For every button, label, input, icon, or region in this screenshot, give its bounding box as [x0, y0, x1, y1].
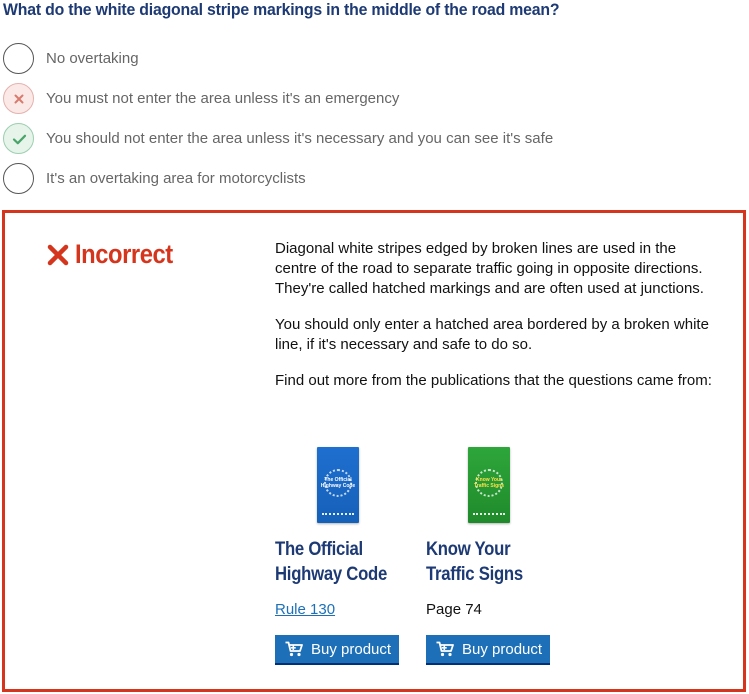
answer-option-1[interactable]: No overtaking [0, 40, 749, 80]
answer-option-label: It's an overtaking area for motorcyclist… [46, 170, 306, 187]
cross-icon [47, 244, 69, 265]
answer-option-label: You must not enter the area unless it's … [46, 90, 400, 107]
rule-link[interactable]: Rule 130 [275, 601, 335, 618]
answer-option-label: You should not enter the area unless it'… [46, 130, 554, 147]
publication-title: Know Your Traffic Signs [426, 539, 523, 585]
explanation-paragraph: Find out more from the publications that… [275, 372, 712, 389]
cart-icon [285, 641, 303, 657]
publications: The Official Highway Code The Official H… [275, 447, 715, 677]
radio-unselected-icon[interactable] [3, 163, 34, 194]
explanation: Diagonal white stripes edged by broken l… [275, 239, 715, 407]
answer-option-3[interactable]: You should not enter the area unless it'… [0, 120, 749, 160]
answer-option-label: No overtaking [46, 50, 139, 67]
buy-product-button[interactable]: Buy product [275, 635, 399, 665]
cross-icon[interactable] [3, 83, 34, 114]
page-reference: Page 74 [426, 601, 482, 618]
answer-option-4[interactable]: It's an overtaking area for motorcyclist… [0, 160, 749, 200]
buy-product-button[interactable]: Buy product [426, 635, 550, 665]
question-text: What do the white diagonal stripe markin… [3, 0, 560, 19]
feedback-panel: Incorrect Diagonal white stripes edged b… [2, 210, 746, 692]
verdict-text: Incorrect [75, 239, 173, 269]
explanation-paragraph: Diagonal white stripes edged by broken l… [275, 240, 704, 297]
radio-unselected-icon[interactable] [3, 43, 34, 74]
cart-icon [436, 641, 454, 657]
answer-options: No overtaking You must not enter the are… [0, 40, 749, 200]
explanation-paragraph: You should only enter a hatched area bor… [275, 316, 709, 353]
buy-product-label: Buy product [462, 640, 543, 658]
publication-title: The Official Highway Code [275, 539, 388, 585]
verdict-heading: Incorrect [47, 239, 186, 270]
buy-product-label: Buy product [311, 640, 392, 658]
book-cover-image: Know Your Traffic Signs [468, 447, 510, 523]
answer-option-2[interactable]: You must not enter the area unless it's … [0, 80, 749, 120]
book-cover-image: The Official Highway Code [317, 447, 359, 523]
check-icon[interactable] [3, 123, 34, 154]
